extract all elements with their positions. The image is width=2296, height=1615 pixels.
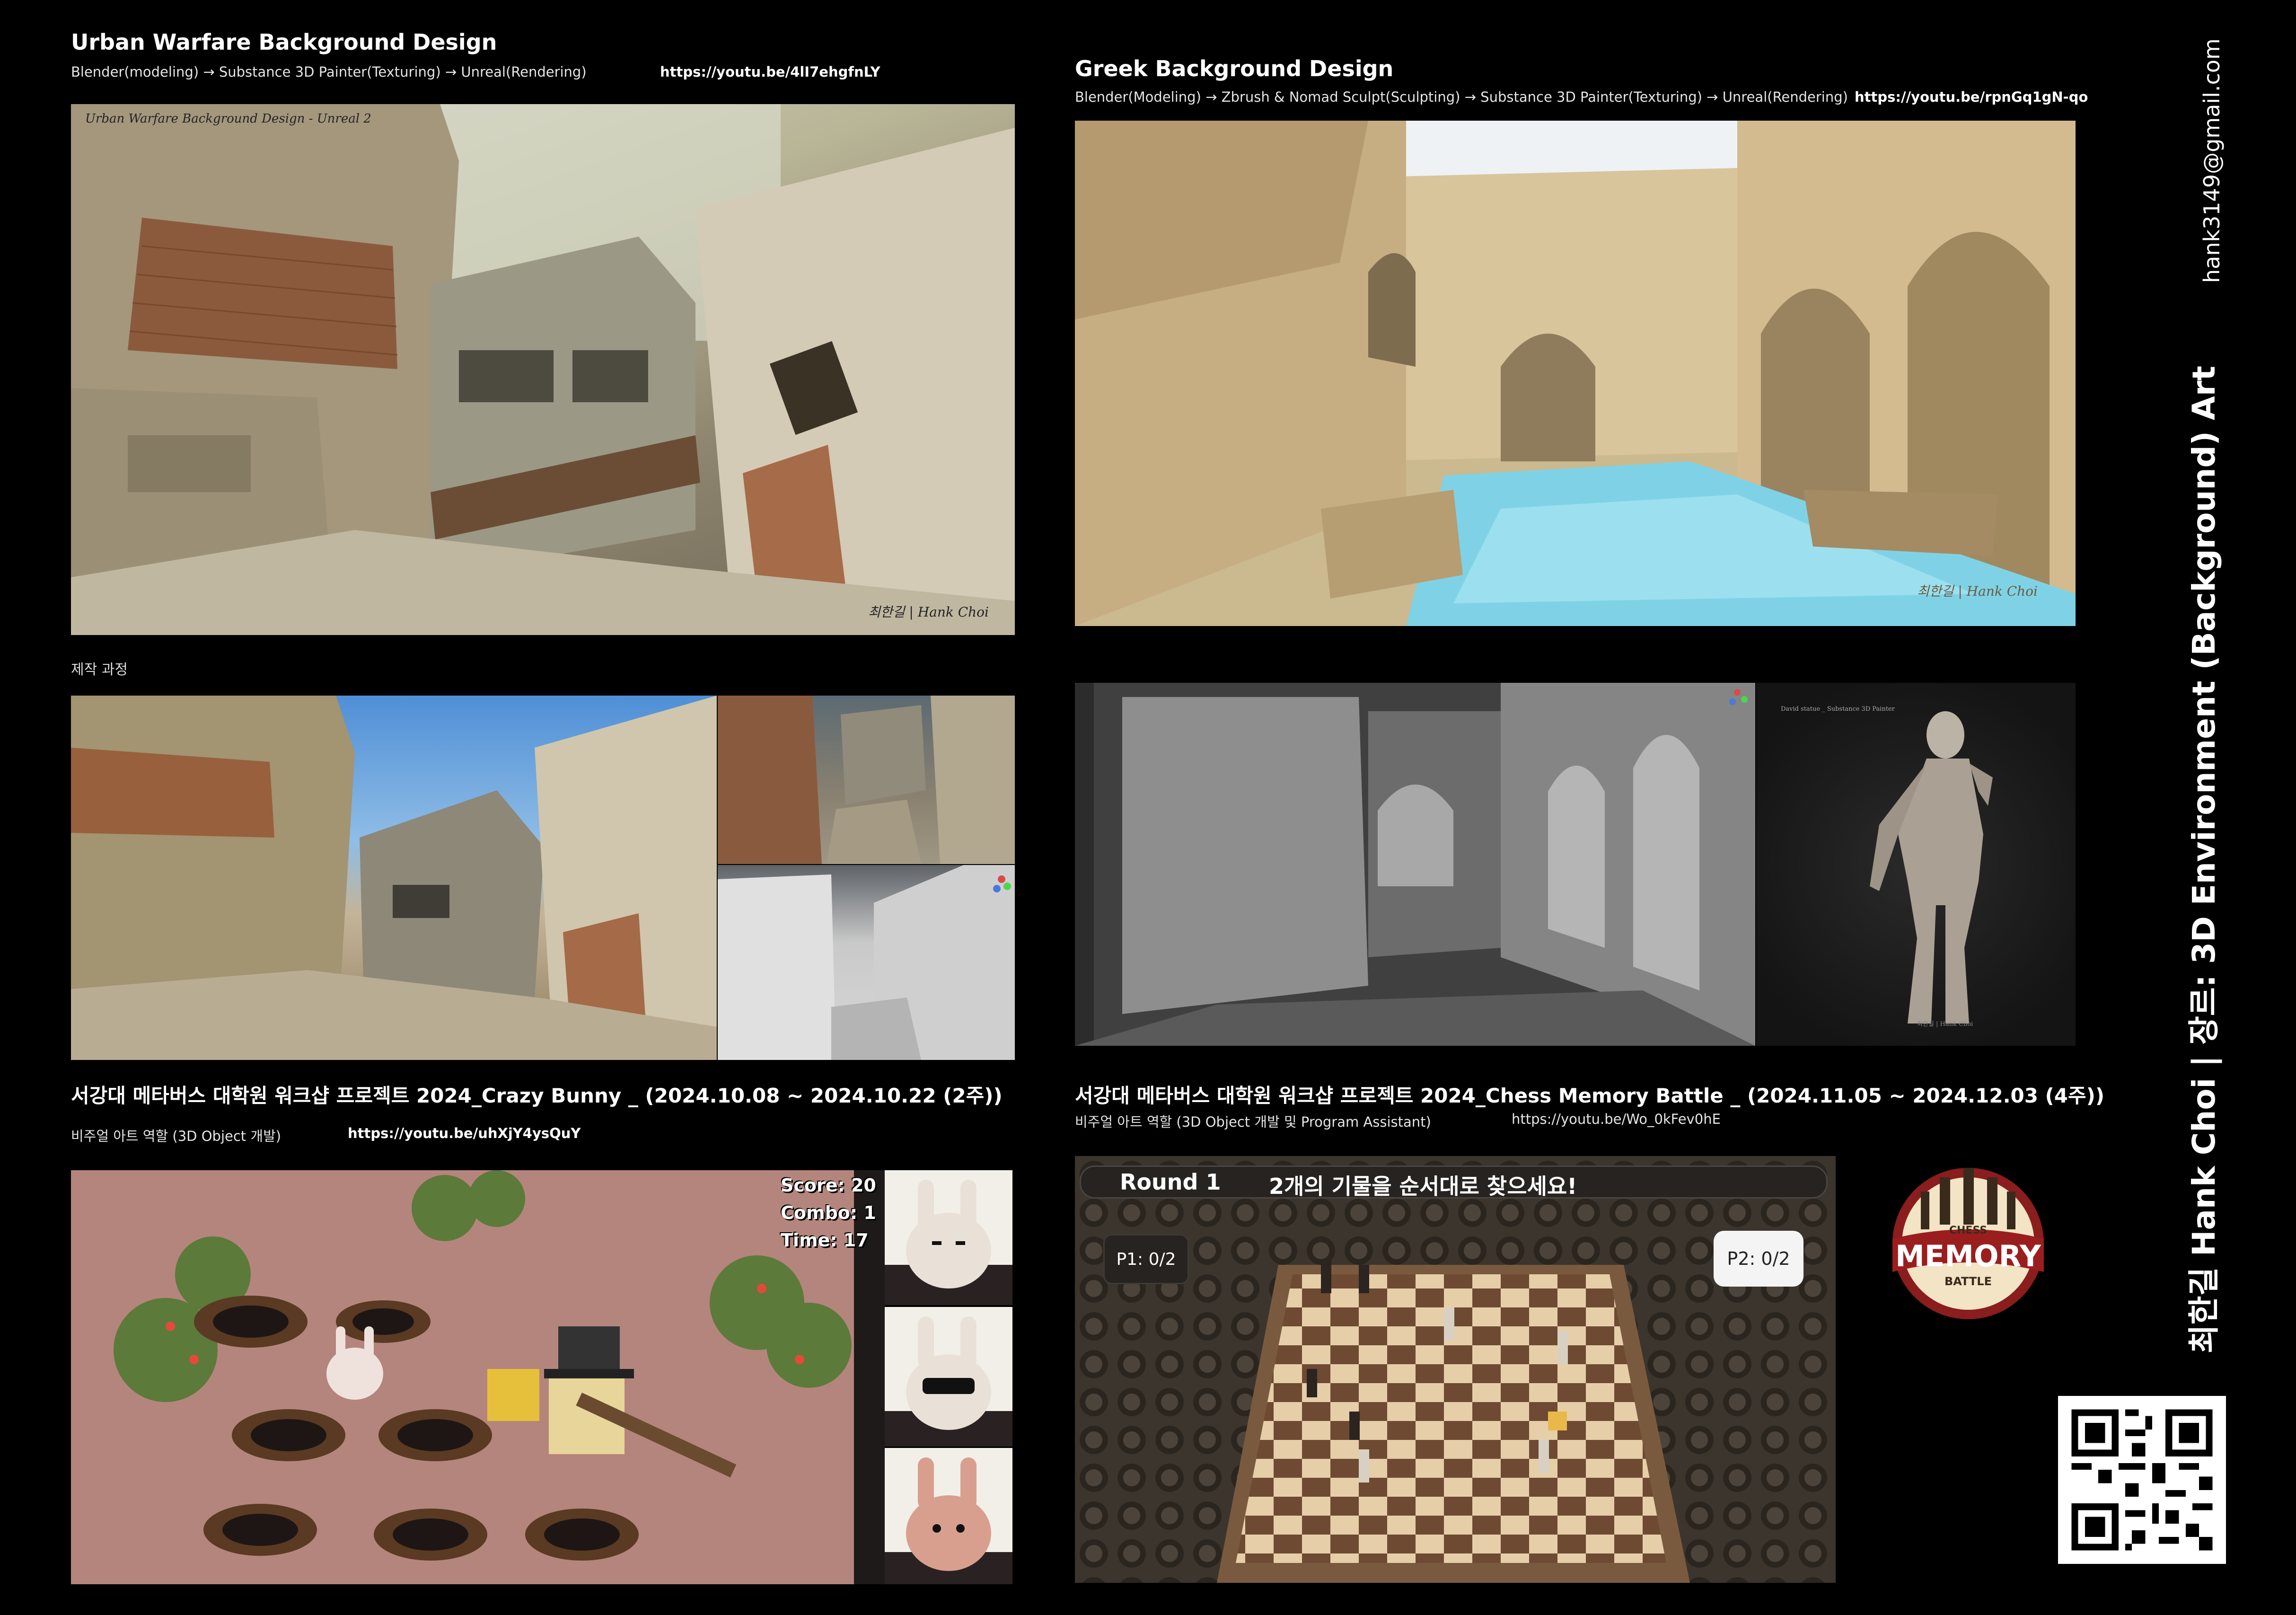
chess-title: 서강대 메타버스 대학원 워크샵 프로젝트 2024_Chess Memory … (1075, 1084, 2105, 1107)
urban-image-caption: Urban Warfare Background Design - Unreal… (85, 112, 371, 126)
urban-render-image: Urban Warfare Background Design - Unreal… (71, 104, 1015, 635)
urban-title: Urban Warfare Background Design (71, 29, 497, 55)
urban-process-texture-view (718, 696, 1015, 864)
greek-process-viewport (1075, 683, 1755, 1046)
chess-instruction: 2개의 기물을 순서대로 찾으세요! (1269, 1174, 1577, 1199)
bunny-title: 서강대 메타버스 대학원 워크샵 프로젝트 2024_Crazy Bunny _… (71, 1084, 1003, 1107)
statue-caption: David statue _ Substance 3D Painter (1781, 706, 1895, 713)
bunny-youtube-link[interactable]: https://youtu.be/uhXjY4ysQuY (348, 1125, 581, 1141)
urban-youtube-link[interactable]: https://youtu.be/4lI7ehgfnLY (660, 64, 880, 80)
hud-score: Score: 20 (781, 1175, 876, 1196)
process-label: 제작 과정 (71, 662, 128, 678)
bunny-preview-sunglasses (885, 1307, 1012, 1447)
urban-process-render (71, 696, 717, 1060)
greek-watermark: 최한길 | Hank Choi (1917, 583, 2038, 599)
greek-statue-image: David statue _ Substance 3D Painter 최한길 … (1756, 683, 2076, 1046)
qr-code[interactable] (2058, 1396, 2226, 1564)
logo-memory-text: MEMORY (1895, 1239, 2041, 1273)
statue-watermark: 최한길 | Hank Choi (1917, 1021, 1973, 1028)
chess-round-label: Round 1 (1120, 1169, 1221, 1195)
chess-youtube-link[interactable]: https://youtu.be/Wo_0kFev0hE (1512, 1111, 1721, 1127)
chess-game-screenshot: Round 1 2개의 기물을 순서대로 찾으세요! P1: 0/2 P2: 0… (1075, 1156, 1836, 1583)
bunny-preview-pink (885, 1448, 1012, 1584)
logo-battle-text: BATTLE (1944, 1275, 1992, 1288)
name-and-genre: 최한길 Hank Choi | 장르: 3D Environment (Back… (2186, 365, 2222, 1353)
urban-pipeline: Blender(modeling) → Substance 3D Painter… (71, 64, 587, 80)
bunny-preview-angry (885, 1170, 1012, 1305)
chess-p1-score: P1: 0/2 (1103, 1234, 1189, 1284)
urban-process-clay-view (718, 865, 1015, 1060)
chess-role: 비주얼 아트 역할 (3D Object 개발 및 Program Assist… (1075, 1114, 1431, 1130)
bunny-role: 비주얼 아트 역할 (3D Object 개발) (71, 1128, 282, 1144)
logo-chess-text: CHESS (1949, 1225, 1988, 1236)
greek-render-image: 최한길 | Hank Choi (1075, 121, 2076, 626)
urban-watermark: 최한길 | Hank Choi (868, 604, 989, 620)
chess-p2-score: P2: 0/2 (1714, 1231, 1803, 1287)
chess-memory-logo: CHESS MEMORY BATTLE (1883, 1163, 2053, 1324)
greek-youtube-link[interactable]: https://youtu.be/rpnGq1gN-qo (1855, 89, 2088, 105)
greek-title: Greek Background Design (1075, 56, 1394, 81)
bunny-game-screenshot: Score: 20 Combo: 1 Time: 17 (71, 1170, 885, 1584)
contact-email[interactable]: hank3149@gmail.com (2199, 38, 2225, 283)
greek-pipeline: Blender(Modeling) → Zbrush & Nomad Sculp… (1075, 89, 1848, 105)
hud-combo: Combo: 1 (781, 1202, 876, 1223)
hud-time: Time: 17 (781, 1230, 869, 1251)
